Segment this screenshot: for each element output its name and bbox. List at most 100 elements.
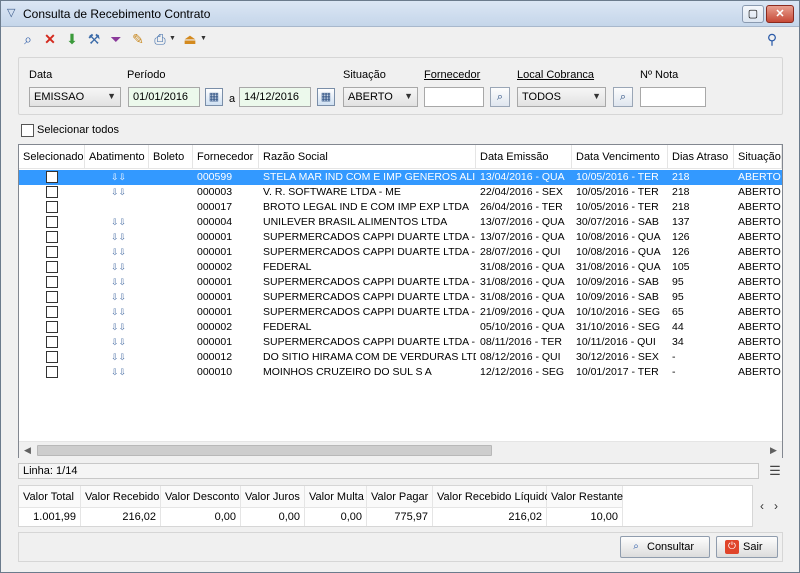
table-row[interactable]: ⇩⇩ 000004 UNILEVER BRASIL ALIMENTOS LTDA 13… <box>19 215 782 230</box>
col-selecionado[interactable]: Selecionado <box>19 145 85 169</box>
title-bar: ▽ Consulta de Recebimento Contrato ▢ ✕ <box>1 1 799 27</box>
col-razao-social[interactable]: Razão Social <box>259 145 476 169</box>
menu-icon[interactable]: ☰ <box>767 463 783 479</box>
new-query-icon[interactable]: ⌕ <box>19 30 37 48</box>
select-all-checkbox[interactable] <box>21 124 34 137</box>
table-row[interactable]: ⇩⇩ 000002 FEDERAL 31/08/2016 - QUA 31/08/201… <box>19 260 782 275</box>
local-cobranca-link[interactable]: Local Cobranca <box>517 69 594 81</box>
row-checkbox[interactable] <box>46 291 58 303</box>
col-data-emissao[interactable]: Data Emissão <box>476 145 572 169</box>
col-data-vencimento[interactable]: Data Vencimento <box>572 145 668 169</box>
table-row[interactable]: ⇩⇩ 000003 V. R. SOFTWARE LTDA - ME 22/04/20… <box>19 185 782 200</box>
app-icon: ▽ <box>7 7 16 19</box>
col-dias-atraso[interactable]: Dias Atraso <box>668 145 734 169</box>
abatimento-icon[interactable]: ⇩⇩ <box>111 216 126 228</box>
table-row[interactable]: ⇩⇩ 000012 DO SITIO HIRAMA COM DE VERDURAS … <box>19 350 782 365</box>
local-cobranca-select[interactable]: TODOS ▼ <box>517 87 606 107</box>
search-icon[interactable]: ⚲ <box>763 30 781 48</box>
row-checkbox[interactable] <box>46 321 58 333</box>
table-row[interactable]: ⇩⇩ 000002 FEDERAL 05/10/2016 - QUA 31/10/201… <box>19 320 782 335</box>
row-checkbox[interactable] <box>46 171 58 183</box>
export-dropdown-icon[interactable]: ▼ <box>200 30 208 48</box>
chevron-right-icon[interactable]: › <box>774 499 778 513</box>
edit-icon[interactable]: ✎ <box>129 30 147 48</box>
table-row[interactable]: ⇩⇩ 000001 SUPERMERCADOS CAPPI DUARTE LTDA … <box>19 290 782 305</box>
razao-social-cell: FEDERAL <box>263 321 312 333</box>
periodo-end-input[interactable]: 14/12/2016 <box>239 87 311 107</box>
sair-button[interactable]: ⏻ Sair <box>716 536 778 558</box>
data-vencimento-cell: 30/07/2016 - SAB <box>576 216 659 228</box>
row-checkbox[interactable] <box>46 351 58 363</box>
import-icon[interactable]: ⬇ <box>63 30 81 48</box>
dias-atraso-cell: 44 <box>672 321 684 333</box>
row-checkbox[interactable] <box>46 246 58 258</box>
row-checkbox[interactable] <box>46 231 58 243</box>
data-emissao-cell: 22/04/2016 - SEX <box>480 186 563 198</box>
close-button[interactable]: ✕ <box>766 5 794 23</box>
calendar-icon[interactable]: ▦ <box>205 88 223 106</box>
table-row[interactable]: ⇩⇩ 000599 STELA MAR IND COM E IMP GENEROS … <box>19 170 782 185</box>
row-checkbox[interactable] <box>46 336 58 348</box>
consultar-button[interactable]: ⌕ Consultar <box>620 536 710 558</box>
maximize-button[interactable]: ▢ <box>742 5 764 23</box>
row-checkbox[interactable] <box>46 306 58 318</box>
data-select[interactable]: EMISSAO ▼ <box>29 87 121 107</box>
print-icon[interactable]: ⎙ <box>151 30 169 48</box>
chevron-left-icon[interactable]: ‹ <box>760 499 764 513</box>
row-checkbox[interactable] <box>46 201 58 213</box>
abatimento-icon[interactable]: ⇩⇩ <box>111 261 126 273</box>
scroll-thumb[interactable] <box>37 445 492 456</box>
fornecedor-cell: 000001 <box>197 306 233 318</box>
tools-icon[interactable]: ⚒ <box>85 30 103 48</box>
local-lookup-icon[interactable]: ⌕ <box>613 87 633 107</box>
scroll-right-icon[interactable]: ▶ <box>765 442 782 459</box>
fornecedor-lookup-icon[interactable]: ⌕ <box>490 87 510 107</box>
abatimento-icon[interactable]: ⇩⇩ <box>111 246 126 258</box>
col-abatimento[interactable]: Abatimento <box>85 145 149 169</box>
abatimento-icon[interactable]: ⇩⇩ <box>111 171 126 183</box>
nota-input[interactable] <box>640 87 706 107</box>
situacao-label: Situação <box>343 69 386 81</box>
periodo-start-input[interactable]: 01/01/2016 <box>128 87 200 107</box>
print-dropdown-icon[interactable]: ▼ <box>169 30 177 48</box>
abatimento-icon[interactable]: ⇩⇩ <box>111 336 126 348</box>
fornecedor-cell: 000001 <box>197 276 233 288</box>
table-row[interactable]: ⇩⇩ 000001 SUPERMERCADOS CAPPI DUARTE LTDA … <box>19 230 782 245</box>
abatimento-icon[interactable]: ⇩⇩ <box>111 276 126 288</box>
abatimento-icon[interactable]: ⇩⇩ <box>111 366 126 378</box>
table-row[interactable]: ⇩⇩ 000001 SUPERMERCADOS CAPPI DUARTE LTDA … <box>19 275 782 290</box>
col-boleto[interactable]: Boleto <box>149 145 193 169</box>
fornecedor-input[interactable] <box>424 87 484 107</box>
horizontal-scrollbar[interactable]: ◀ ▶ <box>19 441 782 458</box>
row-checkbox[interactable] <box>46 261 58 273</box>
abatimento-icon[interactable]: ⇩⇩ <box>111 231 126 243</box>
table-row[interactable]: ⇩⇩ 000001 SUPERMERCADOS CAPPI DUARTE LTDA … <box>19 335 782 350</box>
table-row[interactable]: ⇩⇩ 000001 SUPERMERCADOS CAPPI DUARTE LTDA … <box>19 245 782 260</box>
table-row[interactable]: ⇩⇩ 000010 MOINHOS CRUZEIRO DO SUL S A 12/12… <box>19 365 782 380</box>
situacao-select[interactable]: ABERTO ▼ <box>343 87 418 107</box>
row-checkbox[interactable] <box>46 366 58 378</box>
row-checkbox[interactable] <box>46 186 58 198</box>
table-row[interactable]: ⇩⇩ 000001 SUPERMERCADOS CAPPI DUARTE LTDA … <box>19 305 782 320</box>
col-fornecedor[interactable]: Fornecedor <box>193 145 259 169</box>
total-column: Valor Total 1.001,99 <box>19 486 81 526</box>
scroll-left-icon[interactable]: ◀ <box>19 442 36 459</box>
export-icon[interactable]: ⏏ <box>181 30 199 48</box>
abatimento-icon[interactable]: ⇩⇩ <box>111 351 126 363</box>
fornecedor-link[interactable]: Fornecedor <box>424 69 480 81</box>
col-situacao[interactable]: Situação <box>734 145 782 169</box>
row-checkbox[interactable] <box>46 216 58 228</box>
calendar-icon[interactable]: ▦ <box>317 88 335 106</box>
delete-icon[interactable]: ✕ <box>41 30 59 48</box>
abatimento-icon[interactable]: ⇩⇩ <box>111 291 126 303</box>
filter-icon[interactable]: ⏷ <box>107 30 125 48</box>
table-row[interactable]: 000017 BROTO LEGAL IND E COM IMP EXP LTDA… <box>19 200 782 215</box>
situacao-cell: ABERTO <box>738 321 781 333</box>
abatimento-icon[interactable]: ⇩⇩ <box>111 186 126 198</box>
abatimento-icon[interactable]: ⇩⇩ <box>111 306 126 318</box>
abatimento-icon[interactable]: ⇩⇩ <box>111 321 126 333</box>
fornecedor-cell: 000010 <box>197 366 233 378</box>
total-label: Valor Multa <box>305 486 366 508</box>
row-checkbox[interactable] <box>46 276 58 288</box>
totals-panel: Valor Total 1.001,99 Valor Recebido 216,02 V… <box>18 485 753 527</box>
